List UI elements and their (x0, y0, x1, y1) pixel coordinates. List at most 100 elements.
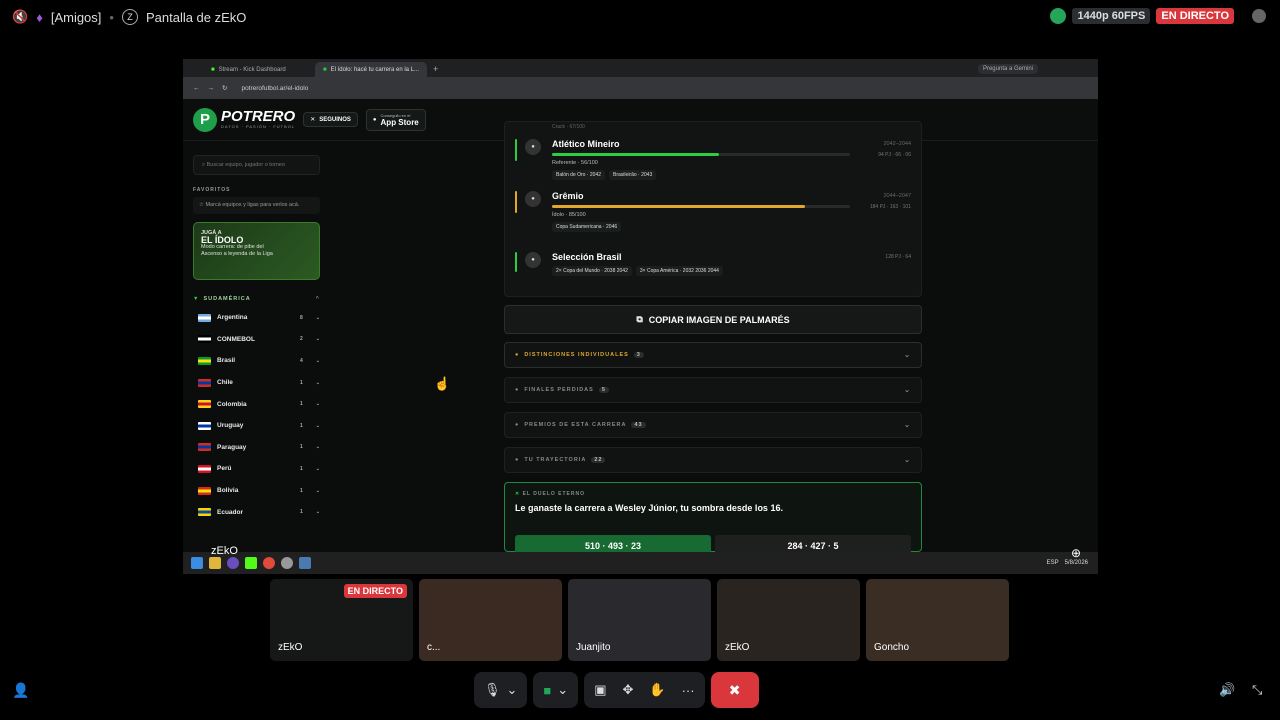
explorer-icon[interactable] (209, 557, 221, 569)
chat-icon[interactable] (1252, 9, 1266, 23)
follow-button[interactable]: ✕ SEGUINOS (303, 112, 358, 127)
country-label: Bolivia (217, 487, 239, 495)
call-controls: 🎙 ⌄ ■ ⌄ ▣ ✥ ✋ ··· ✖ (474, 672, 759, 708)
forward-icon[interactable]: → (208, 85, 215, 92)
disconnect-button[interactable]: ✖ (710, 672, 759, 708)
url-field[interactable]: potrerofutbol.ar/el-idolo (241, 85, 308, 92)
country-count: 4 (300, 357, 303, 364)
participant-tile[interactable]: Juanjito (568, 579, 711, 661)
chrome-icon[interactable] (263, 557, 275, 569)
country-count: 1 (300, 422, 303, 429)
country-count: 1 (300, 379, 303, 386)
chevron-down-icon: ⌄ (315, 314, 320, 321)
flag-icon (198, 486, 211, 495)
soundboard-icon[interactable]: ✋ (649, 682, 665, 698)
el-idolo-promo[interactable]: JUGÁ A EL ÍDOLO Modo carrera: de pibe de… (193, 222, 320, 280)
trophy-chip: Balón de Oro · 2042 (552, 170, 606, 180)
live-badge: EN DIRECTO (1156, 8, 1234, 24)
mic-icon[interactable]: 🎙 (484, 682, 501, 698)
accordion-section[interactable]: ● TU TRAYECTORIA 22 ⌄ (504, 447, 922, 473)
new-tab-icon[interactable]: + (427, 64, 444, 77)
app-store-button[interactable]: ● Conseguilo en el App Store (365, 108, 426, 131)
discord-topbar: 🔇 ♦ [Amigos] • Z Pantalla de zEkO 1440p … (0, 0, 1280, 34)
club-crest-icon: ● (525, 139, 541, 155)
zoom-icon[interactable]: ⊕ (1071, 546, 1081, 560)
sidebar-item-country[interactable]: CONMEBOL 2 ⌄ (193, 329, 320, 351)
discord-icon[interactable] (1050, 8, 1067, 24)
speaker-muted-icon[interactable]: 🔇 (12, 9, 28, 25)
sidebar-item-country[interactable]: Perú 1 ⌄ (193, 458, 320, 480)
section-label: TU TRAYECTORIA (524, 457, 587, 463)
country-label: Chile (217, 379, 233, 387)
section-icon: ● (515, 352, 520, 358)
country-label: Argentina (217, 314, 248, 322)
stream-title: Pantalla de zEkO (145, 9, 247, 25)
server-icon[interactable]: ♦ (36, 10, 43, 25)
sidebar-item-country[interactable]: Brasil 4 ⌄ (193, 350, 320, 372)
volume-icon[interactable]: 🔊 (1219, 682, 1235, 698)
potrero-logo[interactable]: P POTRERO DATOS · PASIÓN · FÚTBOL (193, 107, 295, 132)
section-icon: ● (515, 387, 520, 393)
app-icon[interactable] (281, 557, 293, 569)
sidebar-item-country[interactable]: Bolivia 1 ⌄ (193, 480, 320, 502)
browser-tab-active[interactable]: ■ El ídolo: hacé tu carrera en la L... (315, 62, 427, 77)
section-count: 3 (633, 352, 644, 358)
club-stats: 184 PJ · 163 · 101 (869, 204, 911, 210)
section-label: DISTINCIONES INDIVIDUALES (524, 352, 629, 358)
sidebar-item-country[interactable]: Ecuador 1 ⌄ (193, 501, 320, 523)
section-icon: ● (515, 422, 520, 428)
app-icon[interactable] (227, 557, 239, 569)
chevron-down-icon[interactable]: ⌄ (507, 682, 518, 698)
chevron-down-icon[interactable]: ⌄ (557, 682, 568, 698)
accordion-section[interactable]: ● DISTINCIONES INDIVIDUALES 3 ⌄ (504, 342, 922, 368)
screen-share-icon[interactable]: ▣ (594, 682, 606, 698)
participant-name: zEkO (278, 642, 303, 653)
accordion-section[interactable]: ● FINALES PERDIDAS 5 ⌄ (504, 377, 922, 403)
chevron-down-icon: ⌄ (904, 457, 911, 464)
participant-tile[interactable]: zEkO (717, 579, 860, 661)
accordion-section[interactable]: ● PREMIOS DE ESTA CARRERA 43 ⌄ (504, 412, 922, 438)
reload-icon[interactable]: ↻ (222, 84, 227, 92)
gemini-button[interactable]: Pregunta a Gemini (977, 64, 1038, 74)
region-header[interactable]: ▼ SUDAMÉRICA ^ (193, 296, 320, 302)
kick-icon[interactable] (245, 557, 257, 569)
flag-icon (198, 313, 211, 322)
sidebar-item-country[interactable]: Argentina 8 ⌄ (193, 307, 320, 329)
search-input[interactable]: ⌕ Buscar equipo, jugador o torneo (193, 155, 320, 175)
activities-icon[interactable]: ✥ (622, 682, 633, 698)
windows-start-icon[interactable] (191, 557, 203, 569)
camera-icon[interactable]: ■ (543, 683, 551, 698)
add-user-icon[interactable]: 👤 (12, 682, 29, 699)
participant-tile[interactable]: zEkO EN DIRECTO (270, 579, 413, 661)
stream-icon: Z (121, 9, 138, 25)
sidebar-item-country[interactable]: Chile 1 ⌄ (193, 372, 320, 394)
country-count: 1 (300, 465, 303, 472)
chevron-down-icon: ⌄ (315, 444, 320, 451)
flag-icon (198, 356, 211, 365)
trophy-chip: 2× Copa del Mundo · 2038 2042 (552, 266, 632, 276)
sidebar-item-country[interactable]: Uruguay 1 ⌄ (193, 415, 320, 437)
more-icon[interactable]: ··· (682, 683, 695, 698)
chevron-down-icon: ⌄ (315, 487, 320, 494)
server-name[interactable]: [Amigos] (51, 10, 102, 25)
exit-fullscreen-icon[interactable]: ⤡ (1252, 682, 1262, 698)
copy-palmares-button[interactable]: ⧉ COPIAR IMAGEN DE PALMARÉS (504, 305, 922, 334)
quality-badge[interactable]: 1440p 60FPS (1072, 8, 1151, 24)
sidebar-item-country[interactable]: Colombia 1 ⌄ (193, 393, 320, 415)
club-crest-icon: ● (525, 252, 541, 268)
back-icon[interactable]: ← (193, 85, 200, 92)
steam-icon[interactable] (299, 557, 311, 569)
participant-tile[interactable]: Goncho (866, 579, 1009, 661)
camera-group: ■ ⌄ (533, 672, 579, 708)
end-call-icon: ✖ (728, 681, 741, 698)
participant-tile[interactable]: c... (419, 579, 562, 661)
sidebar-item-country[interactable]: Paraguay 1 ⌄ (193, 437, 320, 459)
browser-tab[interactable]: ■ Stream - Kick Dashboard (203, 62, 315, 77)
country-count: 1 (300, 509, 303, 516)
duel-card: ✕ EL DUELO ETERNO Le ganaste la carrera … (504, 482, 922, 555)
section-label: PREMIOS DE ESTA CARRERA (524, 422, 627, 428)
club-crest-icon: ● (525, 191, 541, 207)
flag-icon (198, 443, 211, 452)
clock-date[interactable]: 5/8/2026 (1065, 560, 1088, 566)
lang-indicator[interactable]: ESP (1047, 560, 1059, 566)
